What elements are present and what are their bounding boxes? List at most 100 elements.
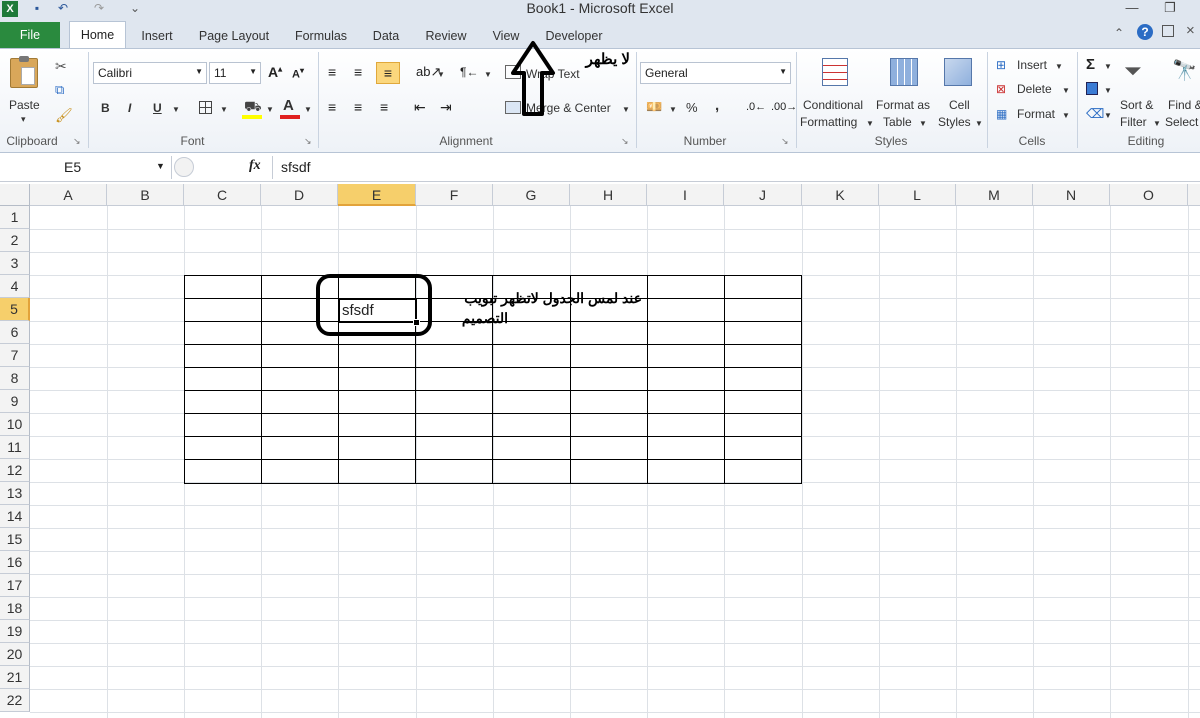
borders-dropdown-icon[interactable]: ▼ [220, 103, 228, 117]
sort-filter-icon[interactable]: ⏷ [1124, 58, 1142, 84]
row-header-9[interactable]: 9 [0, 390, 30, 413]
shrink-font-icon[interactable]: A▾ [292, 66, 304, 81]
row-header-4[interactable]: 4 [0, 275, 30, 298]
font-color-icon[interactable]: A [283, 97, 294, 114]
autosum-dropdown-icon[interactable]: ▼ [1104, 60, 1112, 74]
clipboard-launcher-icon[interactable]: ↘ [73, 136, 81, 147]
row-header-16[interactable]: 16 [0, 551, 30, 574]
alignment-launcher-icon[interactable]: ↘ [621, 136, 629, 147]
row-header-15[interactable]: 15 [0, 528, 30, 551]
decrease-decimal-icon[interactable]: .00→ [771, 101, 797, 113]
cell-styles-button-line2[interactable]: Styles [938, 115, 971, 129]
help-icon[interactable]: ? [1137, 24, 1153, 40]
font-size-select[interactable]: 11 ▼ [209, 62, 261, 84]
insert-cells-button[interactable]: Insert [1017, 58, 1047, 72]
bold-button[interactable]: B [101, 101, 110, 115]
align-bottom-icon[interactable]: ≡ [376, 62, 400, 84]
number-launcher-icon[interactable]: ↘ [781, 136, 789, 147]
tab-formulas[interactable]: Formulas [290, 25, 352, 47]
comma-style-button[interactable]: , [715, 98, 719, 113]
row-header-18[interactable]: 18 [0, 597, 30, 620]
formula-bar-expand-icon[interactable] [174, 157, 194, 177]
cell-styles-icon[interactable] [944, 58, 972, 86]
column-header-a[interactable]: A [30, 184, 107, 206]
clear-dropdown-icon[interactable]: ▼ [1104, 109, 1112, 123]
conditional-formatting-dropdown-icon[interactable]: ▼ [866, 117, 874, 131]
column-header-b[interactable]: B [107, 184, 184, 206]
row-header-21[interactable]: 21 [0, 666, 30, 689]
row-header-6[interactable]: 6 [0, 321, 30, 344]
decrease-indent-icon[interactable]: ⇤ [414, 99, 426, 116]
close-workbook-icon[interactable] [1162, 25, 1174, 37]
format-painter-icon[interactable]: 🖌 [55, 107, 73, 124]
row-header-2[interactable]: 2 [0, 229, 30, 252]
copy-icon[interactable]: ⧉ [55, 82, 64, 98]
row-header-11[interactable]: 11 [0, 436, 30, 459]
delete-cells-button[interactable]: Delete [1017, 82, 1052, 96]
row-header-12[interactable]: 12 [0, 459, 30, 482]
row-header-13[interactable]: 13 [0, 482, 30, 505]
row-header-19[interactable]: 19 [0, 620, 30, 643]
row-header-1[interactable]: 1 [0, 206, 30, 229]
tab-review[interactable]: Review [420, 25, 472, 47]
column-header-i[interactable]: I [647, 184, 724, 206]
sort-filter-button-line2[interactable]: Filter [1120, 115, 1147, 129]
find-select-button-line2[interactable]: Select [1165, 115, 1198, 129]
conditional-formatting-button-line2[interactable]: Formatting [800, 115, 857, 129]
number-format-select[interactable]: General ▼ [640, 62, 791, 84]
tab-insert[interactable]: Insert [136, 25, 178, 47]
align-left-icon[interactable]: ≡ [328, 99, 336, 115]
find-select-button-line1[interactable]: Find & [1168, 98, 1200, 112]
paste-icon[interactable] [10, 56, 38, 88]
format-cells-icon[interactable]: ▦ [996, 107, 1007, 121]
row-header-10[interactable]: 10 [0, 413, 30, 436]
fill-icon[interactable] [1086, 82, 1098, 95]
column-header-f[interactable]: F [416, 184, 493, 206]
row-header-3[interactable]: 3 [0, 252, 30, 275]
increase-decimal-icon[interactable]: .0← [746, 101, 766, 113]
column-header-k[interactable]: K [802, 184, 879, 206]
tab-data[interactable]: Data [368, 25, 404, 47]
row-header-7[interactable]: 7 [0, 344, 30, 367]
percent-style-button[interactable]: % [686, 101, 698, 115]
insert-function-icon[interactable]: fx [249, 158, 261, 174]
sort-filter-dropdown-icon[interactable]: ▼ [1153, 117, 1161, 131]
fill-color-dropdown-icon[interactable]: ▼ [266, 103, 274, 117]
find-select-icon[interactable]: 🔭 [1172, 58, 1197, 83]
autosum-icon[interactable]: Σ [1086, 56, 1095, 73]
clear-icon[interactable]: ⌫ [1086, 106, 1104, 122]
format-cells-button[interactable]: Format [1017, 107, 1055, 121]
formula-input[interactable]: sfsdf [272, 156, 1200, 179]
tab-home[interactable]: Home [69, 21, 126, 48]
align-center-icon[interactable]: ≡ [354, 99, 362, 115]
font-name-select[interactable]: Calibri ▼ [93, 62, 207, 84]
conditional-formatting-button-line1[interactable]: Conditional [803, 98, 863, 112]
paste-dropdown-icon[interactable]: ▾ [21, 112, 26, 126]
restore-icon[interactable]: ❐ [1160, 0, 1180, 18]
format-as-table-button-line1[interactable]: Format as [876, 98, 930, 112]
column-header-l[interactable]: L [879, 184, 956, 206]
column-header-d[interactable]: D [261, 184, 338, 206]
increase-indent-icon[interactable]: ⇥ [440, 99, 452, 116]
row-header-8[interactable]: 8 [0, 367, 30, 390]
delete-dropdown-icon[interactable]: ▼ [1062, 84, 1070, 98]
column-header-m[interactable]: M [956, 184, 1033, 206]
font-launcher-icon[interactable]: ↘ [304, 136, 312, 147]
row-header-22[interactable]: 22 [0, 689, 30, 712]
column-header-c[interactable]: C [184, 184, 261, 206]
column-header-j[interactable]: J [724, 184, 802, 206]
cut-icon[interactable]: ✂ [55, 58, 67, 75]
paste-button[interactable]: Paste [9, 98, 40, 112]
accounting-format-icon[interactable]: 💴 [646, 99, 662, 115]
select-all-button[interactable] [0, 184, 30, 206]
format-as-table-icon[interactable] [890, 58, 918, 86]
sort-filter-button-line1[interactable]: Sort & [1120, 98, 1153, 112]
format-as-table-dropdown-icon[interactable]: ▼ [919, 117, 927, 131]
merge-center-dropdown-icon[interactable]: ▼ [622, 103, 630, 117]
fill-dropdown-icon[interactable]: ▼ [1104, 84, 1112, 98]
format-dropdown-icon[interactable]: ▼ [1062, 109, 1070, 123]
column-header-e[interactable]: E [338, 184, 416, 206]
italic-button[interactable]: I [128, 101, 131, 115]
insert-dropdown-icon[interactable]: ▼ [1055, 60, 1063, 74]
row-header-20[interactable]: 20 [0, 643, 30, 666]
